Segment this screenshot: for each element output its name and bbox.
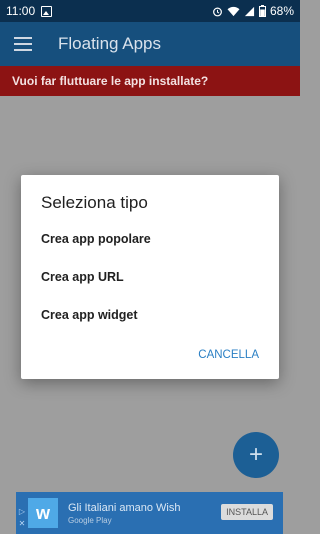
ad-text: Gli Italiani amano Wish Google Play [68, 502, 181, 525]
app-title: Floating Apps [58, 34, 162, 53]
plus-icon: + [248, 441, 263, 468]
option-create-popular-app[interactable]: Crea app popolare [41, 232, 151, 246]
battery-icon [258, 5, 266, 17]
battery-percent: 68% [269, 4, 294, 18]
status-bar: 11:00 68% [0, 0, 300, 22]
option-create-url-app[interactable]: Crea app URL [41, 270, 124, 284]
menu-icon[interactable] [14, 37, 32, 51]
app-bar: Floating Apps [0, 22, 300, 66]
ad-install-button[interactable]: INSTALLA [221, 504, 273, 520]
ad-banner[interactable]: ▷ ✕ w Gli Italiani amano Wish Google Play… [16, 492, 283, 534]
ad-subtitle: Google Play [68, 515, 112, 525]
add-fab-button[interactable]: + [233, 432, 279, 478]
ad-choices-icon[interactable]: ▷ ✕ [16, 506, 28, 530]
promo-banner[interactable]: Vuoi far fluttuare le app installate? [0, 66, 300, 96]
status-time: 11:00 [6, 4, 36, 18]
alarm-icon [213, 7, 222, 16]
dialog-title: Seleziona tipo [41, 193, 148, 212]
wish-logo-text: w [35, 502, 50, 523]
wish-logo-icon: w [28, 498, 58, 528]
select-type-dialog: Seleziona tipo Crea app popolare Crea ap… [21, 175, 279, 379]
promo-banner-text: Vuoi far fluttuare le app installate? [12, 74, 209, 88]
wifi-icon [227, 6, 240, 16]
cancel-button[interactable]: CANCELLA [198, 349, 259, 361]
ad-headline: Gli Italiani amano Wish [68, 501, 181, 514]
option-create-widget-app[interactable]: Crea app widget [41, 308, 138, 322]
signal-icon [244, 6, 255, 16]
image-icon [41, 5, 53, 17]
